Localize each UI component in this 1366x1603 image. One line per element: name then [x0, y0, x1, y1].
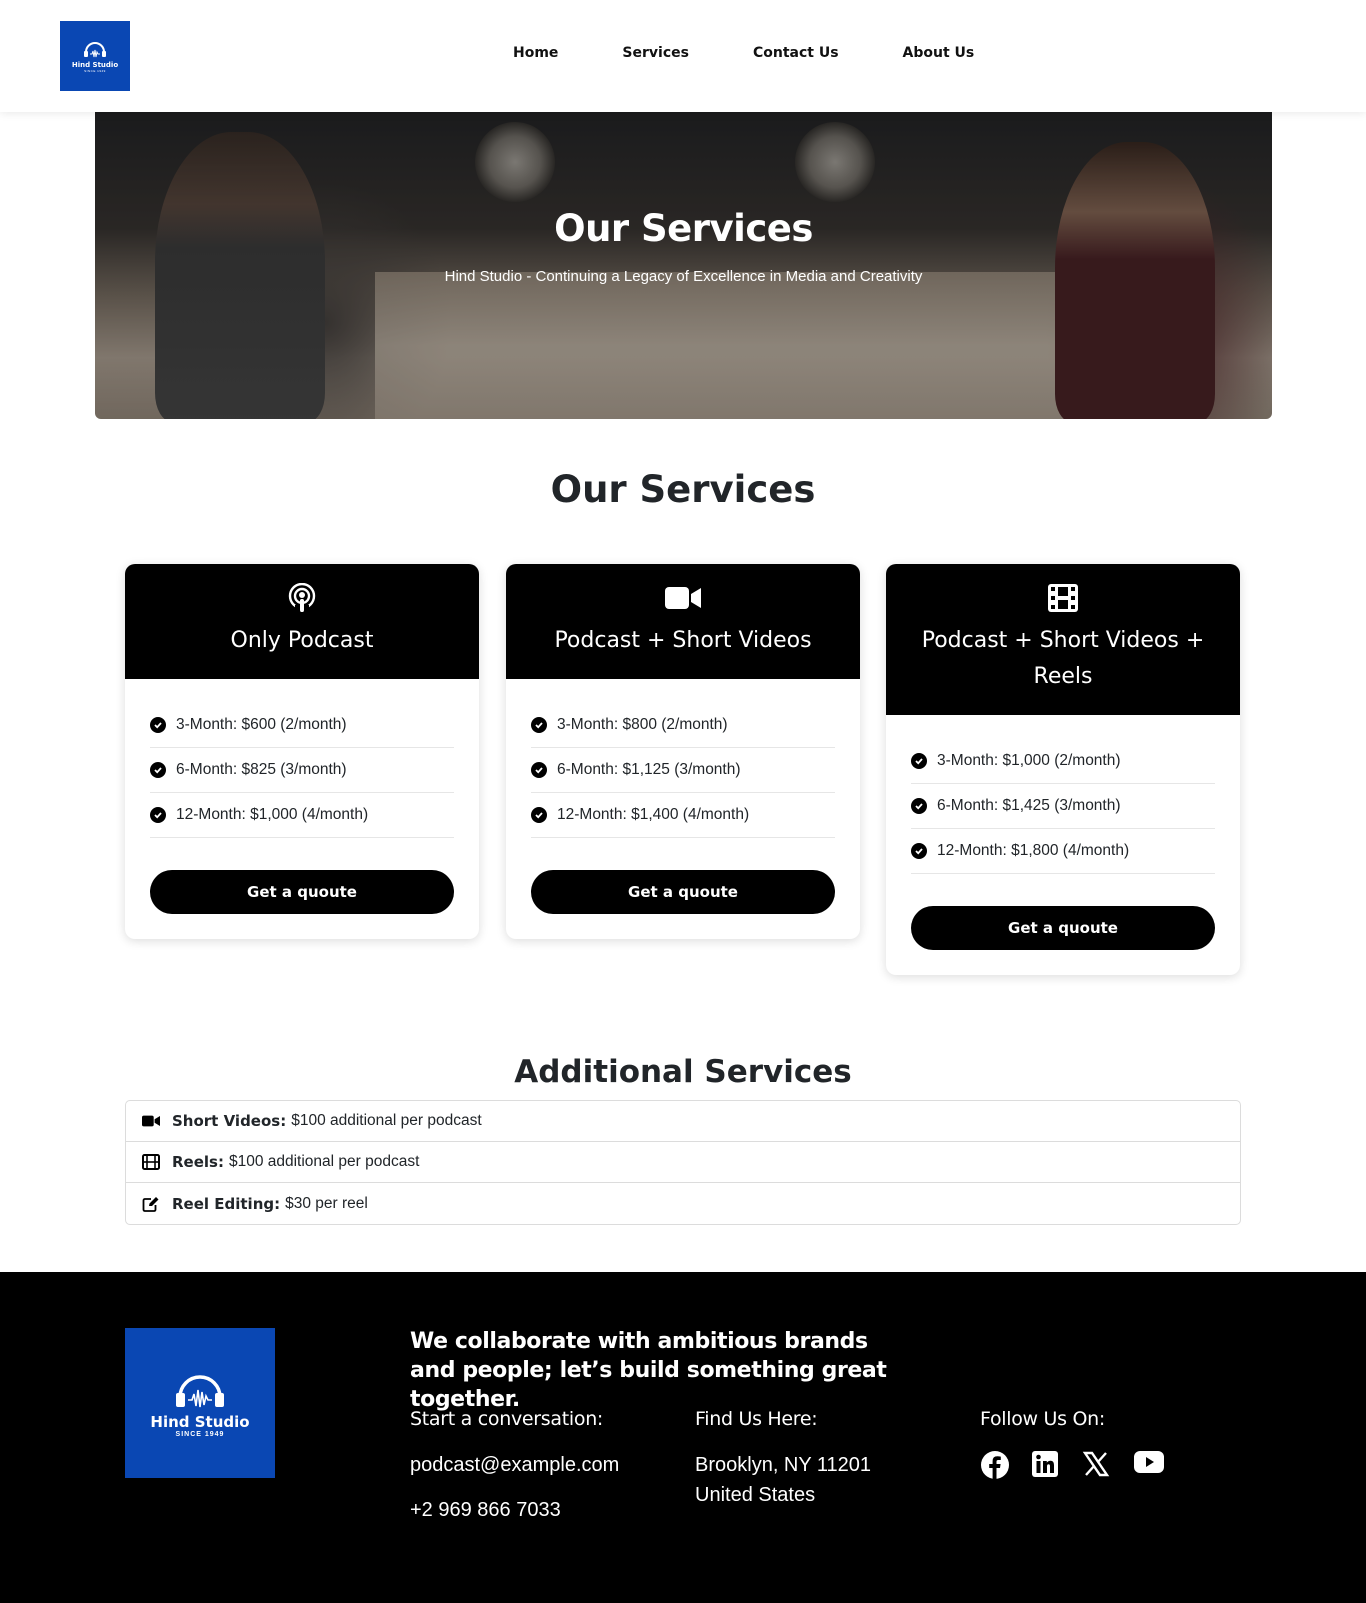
- price-item: 3-Month: $600 (2/month): [150, 703, 454, 748]
- hero-subtitle: Hind Studio - Continuing a Legacy of Exc…: [444, 268, 923, 285]
- price-item: 3-Month: $1,000 (2/month): [911, 739, 1215, 784]
- footer-logo-title: Hind Studio: [150, 1412, 250, 1431]
- footer-social: Follow Us On:: [980, 1408, 1186, 1480]
- price-text: 12-Month: $1,000 (4/month): [176, 806, 369, 823]
- price-text: 12-Month: $1,800 (4/month): [937, 842, 1130, 859]
- get-quote-button[interactable]: Get a quoute: [911, 906, 1215, 950]
- price-text: 12-Month: $1,400 (4/month): [557, 806, 750, 823]
- price-item: 12-Month: $1,800 (4/month): [911, 829, 1215, 874]
- price-list: 3-Month: $600 (2/month) 6-Month: $825 (3…: [150, 703, 454, 838]
- get-quote-button[interactable]: Get a quoute: [150, 870, 454, 914]
- card-title: Only Podcast: [230, 628, 374, 653]
- main-menu: Home Services Contact Us About Us: [513, 45, 974, 61]
- footer-contact-heading: Start a conversation:: [410, 1408, 604, 1430]
- footer-logo[interactable]: Hind Studio SINCE 1949: [125, 1328, 275, 1478]
- hero-banner: Our Services Hind Studio - Continuing a …: [95, 112, 1272, 419]
- card-header: Podcast + Short Videos: [506, 564, 860, 679]
- check-circle-icon: [911, 753, 927, 769]
- check-circle-icon: [150, 717, 166, 733]
- price-item: 6-Month: $1,425 (3/month): [911, 784, 1215, 829]
- footer-social-heading: Follow Us On:: [980, 1408, 1105, 1430]
- facebook-icon[interactable]: [980, 1450, 1010, 1480]
- card-title: Podcast + Short Videos + Reels: [921, 628, 1205, 689]
- film-icon: [142, 1154, 160, 1170]
- nav-link-about-us[interactable]: About Us: [903, 45, 975, 61]
- footer-address-line2: United States: [695, 1484, 816, 1506]
- headphones-icon: [84, 42, 106, 58]
- additional-service-text: $30 per reel: [285, 1194, 368, 1212]
- footer-location-heading: Find Us Here:: [695, 1408, 818, 1430]
- additional-services-list: Short Videos: $100 additional per podcas…: [125, 1100, 1241, 1225]
- check-circle-icon: [911, 798, 927, 814]
- video-camera-icon: [142, 1115, 160, 1127]
- price-item: 6-Month: $825 (3/month): [150, 748, 454, 793]
- logo-title: Hind Studio: [71, 61, 119, 69]
- price-item: 3-Month: $800 (2/month): [531, 703, 835, 748]
- price-item: 6-Month: $1,125 (3/month): [531, 748, 835, 793]
- price-text: 3-Month: $800 (2/month): [557, 716, 728, 733]
- check-circle-icon: [531, 807, 547, 823]
- youtube-icon[interactable]: [1133, 1450, 1165, 1480]
- price-text: 3-Month: $600 (2/month): [176, 716, 347, 733]
- footer-logo-subtitle: SINCE 1949: [175, 1430, 225, 1438]
- additional-service-label: Short Videos:: [172, 1112, 287, 1130]
- site-logo[interactable]: Hind Studio SINCE 1949: [60, 21, 130, 91]
- check-circle-icon: [911, 843, 927, 859]
- nav-link-home[interactable]: Home: [513, 45, 558, 61]
- service-card-podcast-short-videos-reels: Podcast + Short Videos + Reels 3-Month: …: [886, 564, 1240, 975]
- additional-service-label: Reel Editing:: [172, 1194, 281, 1213]
- service-card-only-podcast: Only Podcast 3-Month: $600 (2/month) 6-M…: [125, 564, 479, 939]
- check-circle-icon: [150, 807, 166, 823]
- footer-address-line1: Brooklyn, NY 11201: [695, 1454, 872, 1476]
- additional-services-heading: Additional Services: [514, 1054, 852, 1090]
- price-item: 12-Month: $1,400 (4/month): [531, 793, 835, 838]
- additional-service-item: Short Videos: $100 additional per podcas…: [126, 1101, 1240, 1142]
- footer-email-link[interactable]: podcast@example.com: [410, 1450, 619, 1480]
- additional-service-text: $100 additional per podcast: [291, 1112, 482, 1129]
- site-footer: Hind Studio SINCE 1949 We collaborate wi…: [0, 1272, 1366, 1603]
- nav-link-services[interactable]: Services: [622, 45, 689, 61]
- price-text: 6-Month: $825 (3/month): [176, 761, 347, 778]
- services-heading: Our Services: [550, 468, 816, 511]
- price-text: 6-Month: $1,125 (3/month): [557, 761, 741, 778]
- additional-service-item: Reels: $100 additional per podcast: [126, 1142, 1240, 1183]
- video-camera-icon: [665, 587, 701, 609]
- headphones-icon: [176, 1374, 224, 1407]
- price-text: 3-Month: $1,000 (2/month): [937, 752, 1121, 769]
- check-circle-icon: [150, 762, 166, 778]
- check-circle-icon: [531, 762, 547, 778]
- price-text: 6-Month: $1,425 (3/month): [937, 797, 1121, 814]
- hero-overlay: [95, 112, 1272, 419]
- x-icon[interactable]: [1082, 1450, 1112, 1480]
- footer-tagline: We collaborate with ambitious brands and…: [410, 1329, 887, 1412]
- social-links: [980, 1450, 1186, 1480]
- additional-service-label: Reels:: [172, 1153, 224, 1171]
- card-title: Podcast + Short Videos: [554, 628, 812, 653]
- podcast-icon: [288, 583, 316, 612]
- nav-link-contact-us[interactable]: Contact Us: [753, 45, 839, 61]
- footer-contact: Start a conversation: podcast@example.co…: [410, 1408, 619, 1525]
- additional-service-item: Reel Editing: $30 per reel: [126, 1183, 1240, 1224]
- footer-phone-link[interactable]: +2 969 866 7033: [410, 1495, 619, 1525]
- logo-subtitle: SINCE 1949: [84, 69, 106, 73]
- additional-service-text: $100 additional per podcast: [228, 1153, 420, 1170]
- get-quote-button[interactable]: Get a quoute: [531, 870, 835, 914]
- price-list: 3-Month: $800 (2/month) 6-Month: $1,125 …: [531, 703, 835, 838]
- edit-icon: [142, 1196, 159, 1212]
- site-header: Hind Studio SINCE 1949 Home Services Con…: [0, 0, 1366, 112]
- service-card-podcast-short-videos: Podcast + Short Videos 3-Month: $800 (2/…: [506, 564, 860, 939]
- hero-title: Our Services: [554, 207, 813, 250]
- card-header: Only Podcast: [125, 564, 479, 679]
- linkedin-icon[interactable]: [1031, 1450, 1061, 1480]
- price-list: 3-Month: $1,000 (2/month) 6-Month: $1,42…: [911, 739, 1215, 874]
- film-icon: [1048, 584, 1078, 612]
- check-circle-icon: [531, 717, 547, 733]
- footer-location: Find Us Here: Brooklyn, NY 11201 United …: [695, 1408, 871, 1510]
- card-header: Podcast + Short Videos + Reels: [886, 564, 1240, 715]
- price-item: 12-Month: $1,000 (4/month): [150, 793, 454, 838]
